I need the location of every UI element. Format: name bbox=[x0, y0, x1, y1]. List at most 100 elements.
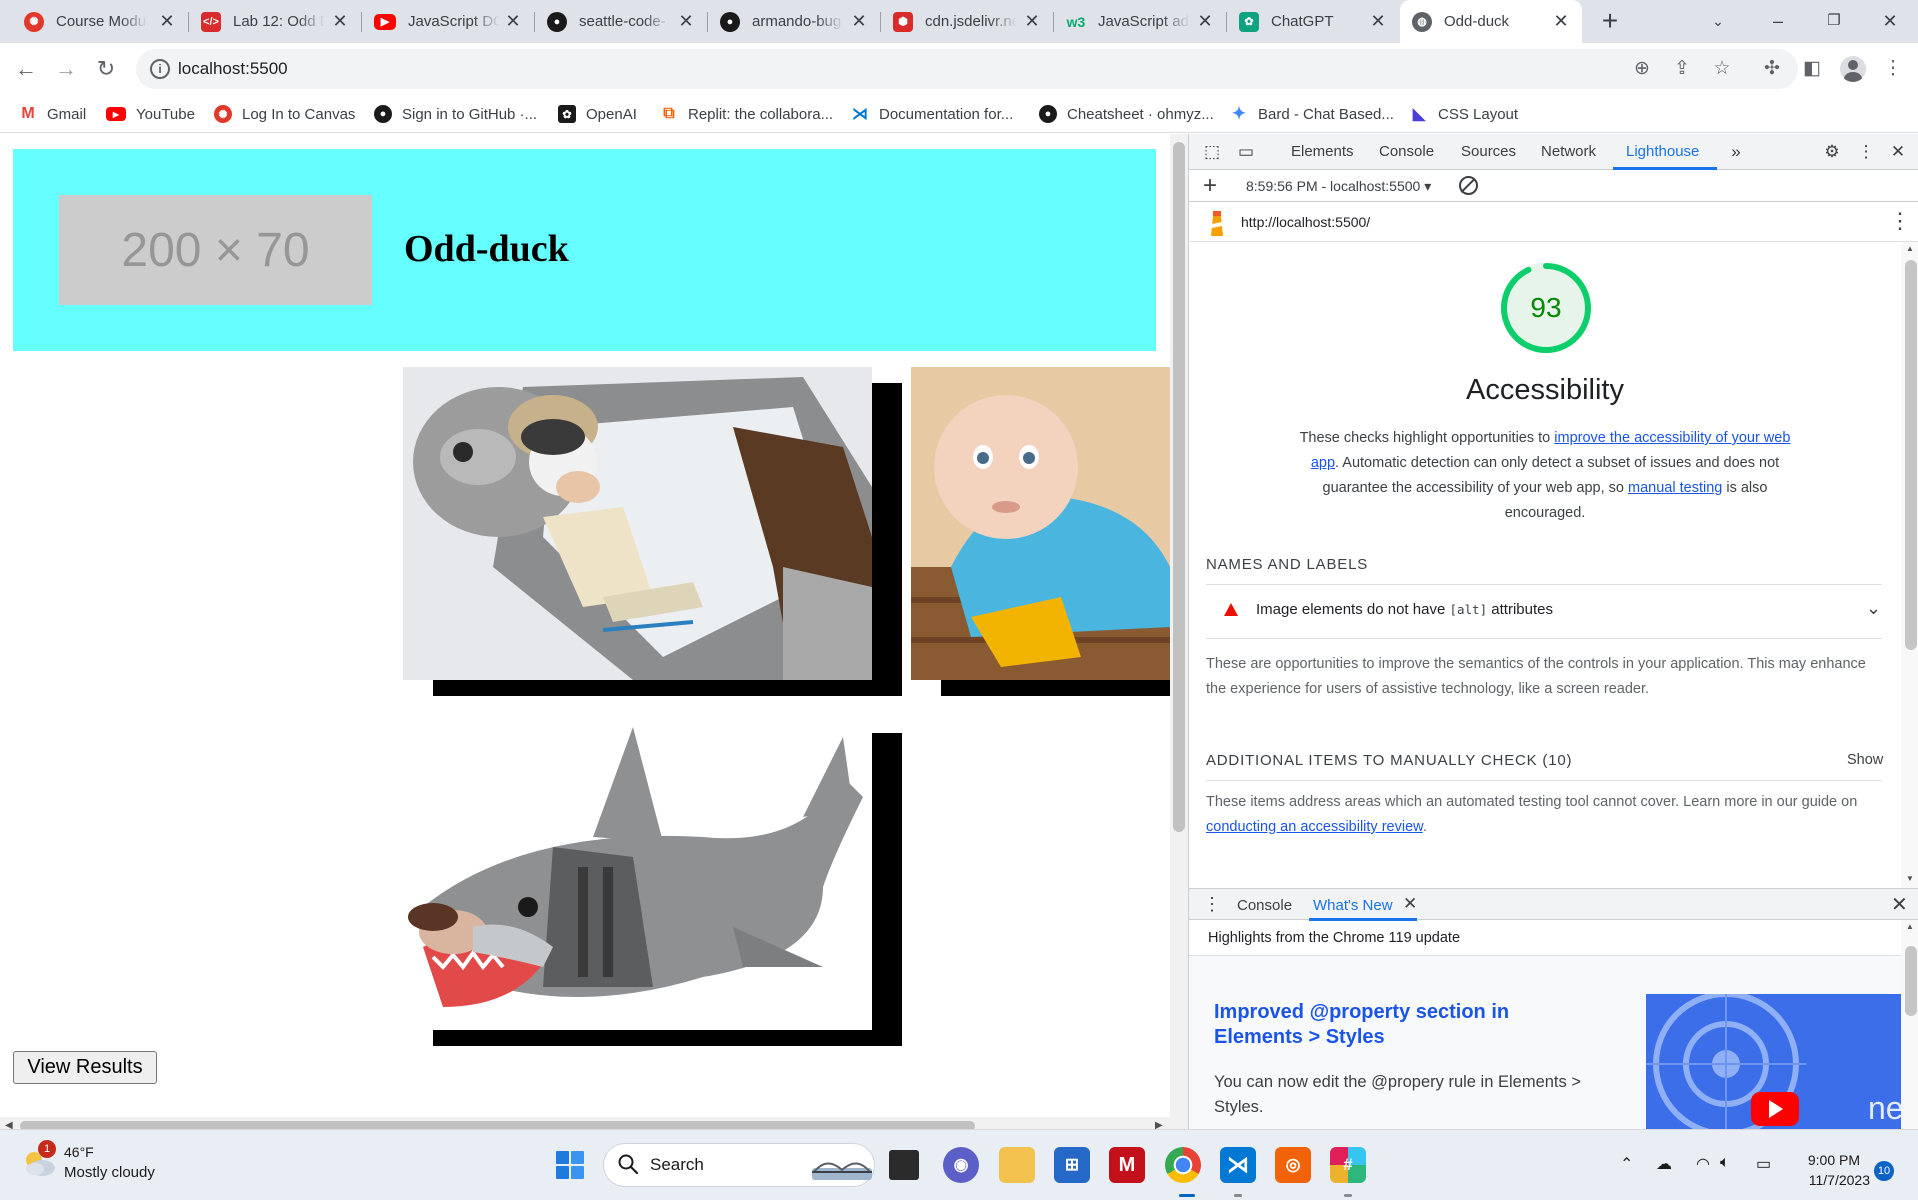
inspect-element-icon[interactable]: ⬚ bbox=[1201, 141, 1223, 163]
tab-seattle-code[interactable]: ● seattle-code- ✕ bbox=[535, 0, 707, 43]
tab-close-icon[interactable]: ✕ bbox=[675, 10, 697, 32]
wifi-icon[interactable]: ◠ bbox=[1696, 1154, 1710, 1174]
devtools-tab-elements[interactable]: Elements bbox=[1291, 143, 1354, 160]
report-scrollbar[interactable]: ▲ ▼ bbox=[1901, 242, 1918, 888]
tab-javascript-advanced[interactable]: w3 JavaScript ad ✕ bbox=[1054, 0, 1226, 43]
drawer-tab-console[interactable]: Console bbox=[1237, 897, 1292, 914]
bookmark-css-layout[interactable]: ◣ CSS Layout bbox=[1410, 103, 1518, 125]
bookmark-cheatsheet[interactable]: ● Cheatsheet · ohmyz... bbox=[1039, 103, 1214, 125]
bookmark-github-signin[interactable]: ● Sign in to GitHub ·... bbox=[374, 103, 537, 125]
tab-course-modules[interactable]: ✺ Course Modu ✕ bbox=[12, 0, 188, 43]
bookmark-replit[interactable]: ⧉ Replit: the collabora... bbox=[660, 103, 833, 125]
clock-date[interactable]: 11/7/2023 bbox=[1790, 1172, 1870, 1188]
chevron-down-icon[interactable]: ⌄ bbox=[1866, 598, 1881, 619]
back-icon[interactable]: ← bbox=[12, 55, 40, 83]
new-report-plus-icon[interactable]: + bbox=[1203, 172, 1217, 200]
bookmark-youtube[interactable]: ▶ YouTube bbox=[106, 103, 195, 125]
microsoft-store-icon[interactable]: ⊞ bbox=[1054, 1147, 1090, 1183]
tab-javascript-dom[interactable]: ▶ JavaScript DO ✕ bbox=[362, 0, 534, 43]
tab-close-icon[interactable]: ✕ bbox=[848, 10, 870, 32]
battery-icon[interactable]: ▭ bbox=[1756, 1154, 1771, 1174]
show-manual-items-button[interactable]: Show bbox=[1847, 752, 1883, 768]
clear-reports-icon[interactable] bbox=[1459, 176, 1478, 195]
more-tabs-chevron-icon[interactable]: » bbox=[1725, 141, 1747, 163]
bookmark-bard[interactable]: ✦ Bard - Chat Based... bbox=[1230, 103, 1394, 125]
tab-close-icon[interactable]: ✕ bbox=[156, 10, 178, 32]
taskbar-search[interactable]: Search bbox=[603, 1143, 875, 1187]
tab-close-icon[interactable]: ✕ bbox=[1194, 10, 1216, 32]
report-selector[interactable]: 8:59:56 PM - localhost:5500 ▾ bbox=[1246, 178, 1431, 195]
shark-sleeping-bag-image[interactable] bbox=[403, 717, 872, 1030]
report-menu-icon[interactable]: ⋮ bbox=[1889, 208, 1911, 234]
baby-sweeper-image[interactable] bbox=[911, 367, 1170, 680]
tab-cdn-jsdelivr[interactable]: ⬢ cdn.jsdelivr.ne ✕ bbox=[881, 0, 1053, 43]
notification-count-badge[interactable]: 10 bbox=[1874, 1161, 1894, 1181]
tab-close-icon[interactable]: ✕ bbox=[1550, 10, 1572, 32]
manual-testing-link[interactable]: manual testing bbox=[1628, 480, 1722, 496]
window-close-icon[interactable]: ✕ bbox=[1872, 6, 1908, 36]
zoom-icon[interactable]: ⊕ bbox=[1630, 57, 1654, 81]
devtools-tab-console[interactable]: Console bbox=[1379, 143, 1434, 160]
devtools-tab-lighthouse[interactable]: Lighthouse bbox=[1626, 143, 1699, 160]
windows-start-icon[interactable] bbox=[555, 1150, 585, 1180]
side-panel-icon[interactable]: ◧ bbox=[1799, 56, 1825, 82]
page-vertical-scrollbar[interactable] bbox=[1170, 134, 1188, 1129]
drawer-tab-whats-new[interactable]: What's New bbox=[1313, 897, 1393, 914]
drawer-menu-icon[interactable]: ⋮ bbox=[1203, 894, 1221, 915]
file-explorer-icon[interactable] bbox=[999, 1147, 1035, 1183]
tab-odd-duck[interactable]: ◍ Odd-duck ✕ bbox=[1400, 0, 1582, 43]
task-view-icon[interactable] bbox=[889, 1150, 919, 1180]
devtools-tab-network[interactable]: Network bbox=[1541, 143, 1596, 160]
mcafee-icon[interactable]: M bbox=[1109, 1147, 1145, 1183]
extensions-icon[interactable]: ✣ bbox=[1759, 56, 1785, 82]
chrome-icon[interactable] bbox=[1165, 1147, 1201, 1183]
share-icon[interactable]: ⇪ bbox=[1670, 57, 1694, 81]
bookmark-openai[interactable]: ✿ OpenAI bbox=[558, 103, 637, 125]
bookmark-gmail[interactable]: M Gmail bbox=[19, 103, 86, 125]
tab-armando-bug[interactable]: ● armando-bug ✕ bbox=[708, 0, 880, 43]
minimize-icon[interactable]: – bbox=[1760, 6, 1796, 36]
weather-widget[interactable]: 1 46°F Mostly cloudy bbox=[20, 1140, 210, 1188]
address-bar[interactable]: i localhost:5500 ⊕ ⇪ ☆ bbox=[136, 49, 1798, 89]
reload-icon[interactable]: ↻ bbox=[92, 55, 120, 83]
drawer-scrollbar[interactable]: ▲ bbox=[1901, 920, 1918, 1129]
volume-icon[interactable]: 🔈︎ bbox=[1720, 1154, 1730, 1172]
vscode-icon[interactable]: ⋊ bbox=[1220, 1147, 1256, 1183]
bookmark-documentation[interactable]: ⋊ Documentation for... bbox=[851, 103, 1013, 125]
site-info-icon[interactable]: i bbox=[150, 59, 170, 79]
report-scrollbar-thumb[interactable] bbox=[1905, 260, 1917, 650]
audit-image-alt[interactable]: Image elements do not have [alt] attribu… bbox=[1206, 585, 1882, 637]
chrome-menu-icon[interactable]: ⋮ bbox=[1880, 56, 1906, 82]
wookie-sleeping-bag-image[interactable] bbox=[403, 367, 872, 680]
devtools-settings-gear-icon[interactable]: ⚙ bbox=[1821, 141, 1843, 163]
profile-avatar[interactable] bbox=[1840, 56, 1866, 82]
tab-close-icon[interactable]: ✕ bbox=[329, 10, 351, 32]
scroll-down-arrow-icon[interactable]: ▼ bbox=[1906, 874, 1914, 883]
forward-icon[interactable]: → bbox=[52, 55, 80, 83]
tab-lab-12[interactable]: </> Lab 12: Odd D ✕ bbox=[189, 0, 361, 43]
device-toolbar-icon[interactable]: ▭ bbox=[1235, 141, 1257, 163]
devtools-menu-icon[interactable]: ⋮ bbox=[1855, 141, 1877, 163]
restore-icon[interactable]: ❐ bbox=[1816, 6, 1852, 36]
bookmark-canvas[interactable]: ✺ Log In to Canvas bbox=[214, 103, 355, 125]
devtools-tab-sources[interactable]: Sources bbox=[1461, 143, 1516, 160]
scroll-up-arrow-icon[interactable]: ▲ bbox=[1906, 922, 1914, 931]
slack-icon[interactable]: # bbox=[1330, 1147, 1366, 1183]
drawer-scrollbar-thumb[interactable] bbox=[1905, 946, 1917, 1016]
onedrive-cloud-icon[interactable]: ☁ bbox=[1656, 1154, 1672, 1174]
tab-search-chevron-icon[interactable]: ⌄ bbox=[1700, 6, 1736, 36]
tab-close-icon[interactable]: ✕ bbox=[1367, 10, 1389, 32]
address-url[interactable]: localhost:5500 bbox=[178, 59, 288, 79]
feature-title-link[interactable]: Improved @property section in Elements >… bbox=[1214, 1000, 1544, 1050]
teams-chat-icon[interactable]: ◉ bbox=[943, 1147, 979, 1183]
scroll-up-arrow-icon[interactable]: ▲ bbox=[1906, 244, 1914, 253]
bookmark-star-icon[interactable]: ☆ bbox=[1710, 57, 1734, 81]
new-tab-button[interactable]: + bbox=[1596, 7, 1624, 36]
video-thumbnail[interactable]: ne bbox=[1646, 994, 1901, 1129]
view-results-button[interactable]: View Results bbox=[13, 1051, 157, 1084]
tab-chatgpt[interactable]: ✿ ChatGPT ✕ bbox=[1227, 0, 1399, 43]
close-tab-icon[interactable]: ✕ bbox=[1403, 894, 1417, 914]
accessibility-review-link[interactable]: conducting an accessibility review bbox=[1206, 819, 1423, 835]
ubuntu-icon[interactable]: ◎ bbox=[1275, 1147, 1311, 1183]
tab-close-icon[interactable]: ✕ bbox=[1021, 10, 1043, 32]
